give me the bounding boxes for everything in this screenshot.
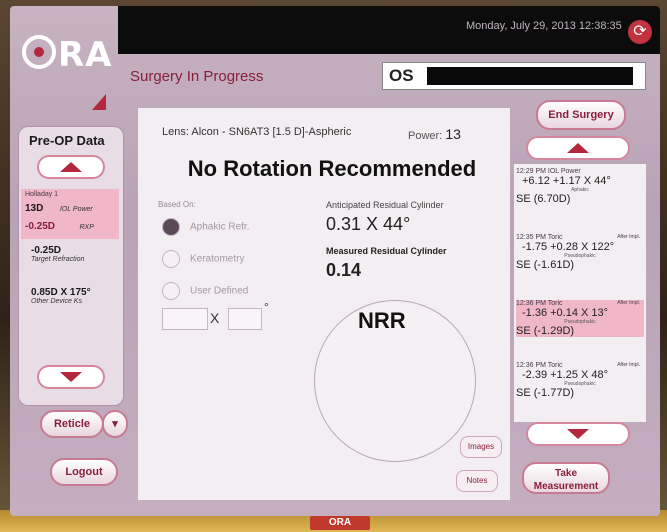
measured-label: Measured Residual Cylinder [326,246,447,256]
arrow-down-icon [567,429,589,439]
history-tag: After Impl. [617,300,640,306]
history-item[interactable]: 12:35 PM Toric After Impl. -1.75 +0.28 X … [516,234,644,271]
radio-user-defined[interactable]: User Defined [162,282,248,300]
rxp-label: RXP [79,224,94,231]
measured-value: 0.14 [326,260,362,280]
notes-label: Notes [466,476,488,485]
preop-iol-block[interactable]: Holladay 1 13D IOL Power -0.25D RXP [21,189,119,239]
arrow-up-icon [60,162,82,172]
take-measurement-label: Take Measurement [533,468,599,492]
ks-value: 0.85D X 175° [31,287,91,298]
reticle-button[interactable]: Reticle [40,410,104,438]
radio-user-defined-label: User Defined [190,285,249,297]
screen: RA Monday, July 29, 2013 12:38:35 ⟳ Surg… [10,6,660,516]
history-panel: 12:29 PM IOL Power +6.12 +1.17 X 44° Aph… [514,164,646,422]
history-down-button[interactable] [526,422,630,446]
chevron-down-icon: ▾ [112,418,118,430]
images-button[interactable]: Images [460,436,502,458]
logout-button[interactable]: Logout [50,458,118,486]
history-time: 12:36 PM Toric [516,300,563,307]
nrr-label: NRR [358,308,406,333]
history-value: +6.12 +1.17 X 44° [522,175,611,187]
history-se: SE (-1.77D) [516,387,575,399]
stand-logo: ORA [310,516,370,530]
target-label: Target Refraction [31,256,85,263]
power-value: 13 [445,126,461,142]
history-time: 12:36 PM Toric [516,362,563,369]
images-label: Images [467,442,495,451]
logout-label: Logout [65,466,103,478]
app-logo: RA [22,32,113,75]
history-value: -1.36 +0.14 X 13° [522,307,609,319]
anticipated-label: Anticipated Residual Cylinder [326,200,444,210]
patient-name-redacted [427,67,633,85]
history-item[interactable]: 12:36 PM Toric After Impl. -2.39 +1.25 X … [516,362,644,399]
radio-icon [162,282,180,300]
preop-title: Pre-OP Data [29,133,105,148]
radio-selected-icon [162,218,180,236]
target-value: -0.25D [31,245,62,256]
based-on-group: Based On: Aphakic Refr. Keratometry User… [158,200,278,340]
eye-field: OS [382,62,646,90]
rxp-value: -0.25D [25,221,56,232]
radio-icon [162,250,180,268]
radio-aphakic[interactable]: Aphakic Refr. [162,218,249,236]
datetime: Monday, July 29, 2013 12:38:35 [466,20,622,32]
main-panel: Lens: Alcon - SN6AT3 [1.5 D]-Aspheric Po… [138,108,510,500]
history-time: 12:35 PM Toric [516,234,563,241]
cyl-input[interactable] [162,308,208,330]
target-block: -0.25D Target Refraction [31,245,119,263]
notes-button[interactable]: Notes [456,470,498,492]
history-tag: After Impl. [617,234,640,240]
end-surgery-button[interactable]: End Surgery [536,100,626,130]
preop-up-button[interactable] [37,155,105,179]
history-time: 12:29 PM IOL Power [516,168,581,175]
history-item-selected[interactable]: 12:36 PM Toric After Impl. -1.36 +0.14 X … [516,300,644,337]
power-label: Power: [408,130,443,142]
history-up-button[interactable] [526,136,630,160]
lens-info: Lens: Alcon - SN6AT3 [1.5 D]-Aspheric [162,126,352,138]
anticipated-value: 0.31 X 44° [326,214,411,234]
take-measurement-button[interactable]: Take Measurement [522,462,610,494]
refresh-icon[interactable]: ⟳ [628,20,652,44]
iol-label: IOL Power [59,206,93,213]
logo-icon [22,35,56,69]
reticle-label: Reticle [53,418,91,430]
history-se: SE (6.70D) [516,193,571,205]
radio-keratometry-label: Keratometry [190,253,245,265]
formula-label: Holladay 1 [25,191,59,198]
x-label: X [210,310,220,326]
recommendation-title: No Rotation Recommended [187,156,477,181]
ks-label: Other Device Ks [31,298,82,305]
history-value: -2.39 +1.25 X 48° [522,369,609,381]
eye-label: OS [389,66,414,85]
corner-triangle-icon [92,94,106,110]
page-title: Surgery In Progress [130,68,264,85]
history-tag: After Impl. [617,362,640,368]
history-se: SE (-1.61D) [516,259,575,271]
radio-keratometry[interactable]: Keratometry [162,250,244,268]
reticle-dropdown[interactable]: ▾ [102,410,128,438]
power-info: Power: 13 [408,126,461,142]
based-on-label: Based On: [158,200,196,209]
preop-panel: Pre-OP Data Holladay 1 13D IOL Power -0.… [18,126,124,406]
arrow-up-icon [567,143,589,153]
end-surgery-label: End Surgery [548,109,614,121]
degree-label: ° [264,300,269,314]
axis-input[interactable] [228,308,262,330]
history-item[interactable]: 12:29 PM IOL Power +6.12 +1.17 X 44° Aph… [516,168,644,205]
ks-block: 0.85D X 175° Other Device Ks [31,287,119,305]
iol-value: 13D [25,203,44,214]
radio-aphakic-label: Aphakic Refr. [190,221,250,233]
arrow-down-icon [60,372,82,382]
preop-down-button[interactable] [37,365,105,389]
history-se: SE (-1.29D) [516,325,575,337]
history-value: -1.75 +0.28 X 122° [522,241,615,253]
